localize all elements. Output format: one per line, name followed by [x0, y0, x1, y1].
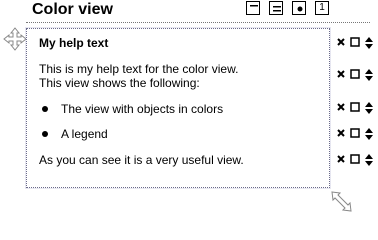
- checkbox-icon[interactable]: [350, 154, 360, 164]
- reorder-icon[interactable]: [364, 69, 374, 81]
- reorder-icon[interactable]: [364, 37, 374, 49]
- row-controls: [336, 37, 376, 49]
- delete-icon[interactable]: [336, 69, 346, 79]
- delete-icon[interactable]: [336, 154, 346, 164]
- delete-icon[interactable]: [336, 128, 346, 138]
- checkbox-icon[interactable]: [350, 128, 360, 138]
- help-intro-line1: This is my help text for the color view.: [39, 62, 239, 76]
- row-controls: [336, 154, 376, 166]
- checkbox-icon[interactable]: [350, 102, 360, 112]
- row-controls: [336, 128, 376, 140]
- title-divider: [26, 22, 370, 23]
- list-align-icon[interactable]: [269, 1, 283, 15]
- reorder-icon[interactable]: [364, 154, 374, 166]
- window-header-icon[interactable]: [246, 1, 260, 15]
- reorder-icon[interactable]: [364, 102, 374, 114]
- help-intro-line2: This view shows the following:: [39, 76, 200, 90]
- checkbox-icon[interactable]: [350, 37, 360, 47]
- list-item-text: The view with objects in colors: [61, 102, 224, 116]
- reorder-icon[interactable]: [364, 128, 374, 140]
- bullet-dot-icon: [42, 106, 48, 112]
- bullet-dot-icon: [42, 131, 48, 137]
- row-controls: [336, 102, 376, 114]
- help-intro: This is my help text for the color view.…: [39, 62, 324, 90]
- row-controls: [336, 69, 376, 81]
- delete-icon[interactable]: [336, 102, 346, 112]
- checkbox-icon[interactable]: [350, 69, 360, 79]
- resize-handle-icon[interactable]: [330, 190, 358, 214]
- list-item-text: A legend: [61, 127, 108, 141]
- help-title: My help text: [39, 36, 109, 50]
- view-title: Color view: [32, 1, 113, 18]
- numbered-icon-label: 1: [319, 2, 325, 13]
- help-closing: As you can see it is a very useful view.: [39, 153, 244, 167]
- help-text-panel[interactable]: My help text This is my help text for th…: [26, 28, 330, 188]
- bullet-icon[interactable]: [292, 1, 306, 15]
- numbered-icon[interactable]: 1: [315, 1, 329, 15]
- delete-icon[interactable]: [336, 37, 346, 47]
